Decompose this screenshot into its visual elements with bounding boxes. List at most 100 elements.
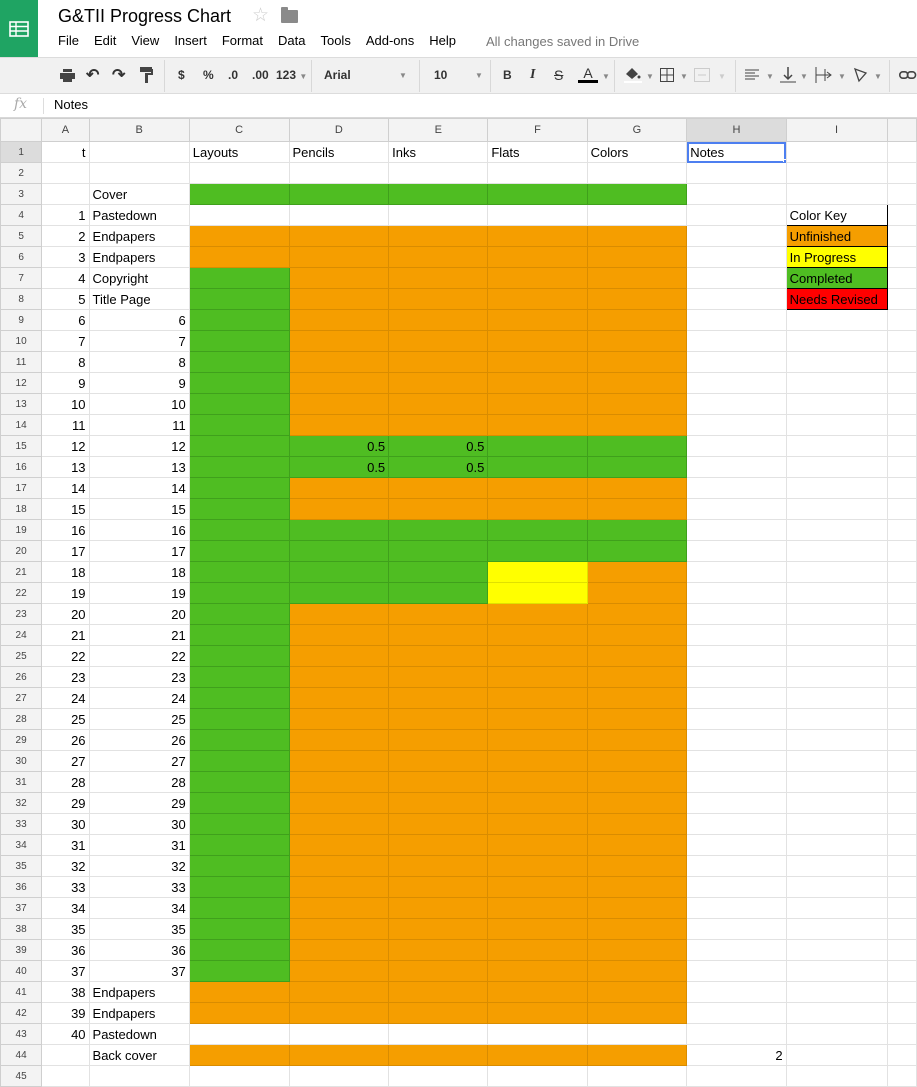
cell-c[interactable] (188, 645, 290, 667)
cell-c[interactable] (188, 162, 290, 184)
cell-h[interactable]: 2 (686, 1044, 787, 1066)
cell-f[interactable] (487, 729, 588, 751)
row-header[interactable]: 35 (0, 855, 43, 877)
cell-i[interactable] (785, 939, 888, 961)
cell-j[interactable] (886, 519, 917, 541)
cell-g[interactable]: Colors (586, 141, 688, 163)
cell-i[interactable] (785, 876, 888, 898)
cell-g[interactable] (586, 519, 688, 541)
cell-j[interactable] (886, 645, 917, 667)
cell-c[interactable] (188, 225, 290, 247)
cell-g[interactable] (586, 456, 688, 478)
cell-f[interactable] (487, 477, 588, 499)
cell-a[interactable]: 5 (41, 288, 90, 310)
color-key-item[interactable]: Completed (785, 267, 888, 289)
cell-f[interactable] (487, 981, 588, 1003)
cell-f[interactable] (487, 1044, 588, 1066)
cell-c[interactable] (188, 750, 290, 772)
cell-i[interactable] (785, 813, 888, 835)
cell-b[interactable]: Endpapers (88, 225, 190, 247)
row-header[interactable]: 31 (0, 771, 43, 793)
row-header[interactable]: 38 (0, 918, 43, 940)
cell-b[interactable]: 24 (88, 687, 190, 709)
cell-d[interactable] (288, 1065, 390, 1087)
cell-f[interactable] (487, 876, 588, 898)
cell-c[interactable] (188, 687, 290, 709)
cell-j[interactable] (886, 666, 917, 688)
cell-f[interactable] (487, 288, 588, 310)
cell-e[interactable] (388, 708, 489, 730)
formula-input[interactable]: Notes (54, 97, 88, 112)
cell-j[interactable] (886, 141, 917, 163)
cell-i[interactable] (785, 897, 888, 919)
cell-h[interactable] (686, 582, 787, 604)
cell-j[interactable] (886, 729, 917, 751)
row-header[interactable]: 33 (0, 813, 43, 835)
cell-d[interactable] (288, 750, 390, 772)
row-header[interactable]: 16 (0, 456, 43, 478)
cell-b[interactable]: 25 (88, 708, 190, 730)
cell-b[interactable]: 23 (88, 666, 190, 688)
cell-f[interactable] (487, 204, 588, 226)
col-header-e[interactable]: E (388, 118, 489, 142)
cell-d[interactable] (288, 960, 390, 982)
cell-a[interactable]: 39 (41, 1002, 90, 1024)
more-formats-button[interactable]: 123 ▼ (276, 68, 307, 82)
cell-a[interactable]: 21 (41, 624, 90, 646)
cell-c[interactable] (188, 1023, 290, 1045)
align-chevron-down-icon[interactable]: ▼ (766, 72, 774, 81)
row-header[interactable]: 12 (0, 372, 43, 394)
cell-a[interactable]: 22 (41, 645, 90, 667)
cell-j[interactable] (886, 813, 917, 835)
row-header[interactable]: 8 (0, 288, 43, 310)
cell-c[interactable] (188, 876, 290, 898)
menu-addons[interactable]: Add-ons (366, 33, 414, 48)
cell-j[interactable] (886, 582, 917, 604)
cell-i[interactable] (785, 414, 888, 436)
decrease-decimal-button[interactable]: .0 (228, 68, 238, 82)
cell-i[interactable] (785, 1002, 888, 1024)
cell-g[interactable] (586, 183, 688, 205)
cell-d[interactable] (288, 414, 390, 436)
cell-d[interactable] (288, 330, 390, 352)
cell-j[interactable] (886, 897, 917, 919)
cell-b[interactable]: 11 (88, 414, 190, 436)
cell-c[interactable] (188, 855, 290, 877)
cell-i[interactable] (785, 1044, 888, 1066)
row-header[interactable]: 41 (0, 981, 43, 1003)
cell-h[interactable] (686, 960, 787, 982)
cell-g[interactable] (586, 435, 688, 457)
cell-e[interactable] (388, 876, 489, 898)
cell-e[interactable] (388, 1044, 489, 1066)
cell-h[interactable] (686, 288, 787, 310)
fill-handle[interactable] (782, 159, 786, 162)
cell-h[interactable] (686, 309, 787, 331)
cell-c[interactable] (188, 708, 290, 730)
row-header[interactable]: 42 (0, 1002, 43, 1024)
cell-a[interactable]: 35 (41, 918, 90, 940)
cell-e[interactable] (388, 813, 489, 835)
cell-f[interactable] (487, 498, 588, 520)
col-header-c[interactable]: C (188, 118, 290, 142)
cell-h[interactable] (686, 519, 787, 541)
cell-f[interactable] (487, 939, 588, 961)
cell-c[interactable] (188, 246, 290, 268)
text-wrap-icon[interactable] (815, 67, 833, 83)
cell-b[interactable]: 6 (88, 309, 190, 331)
cell-f[interactable] (487, 897, 588, 919)
cell-c[interactable] (188, 456, 290, 478)
cell-g[interactable] (586, 687, 688, 709)
row-header[interactable]: 9 (0, 309, 43, 331)
cell-c[interactable] (188, 561, 290, 583)
cell-i[interactable] (785, 1065, 888, 1087)
cell-i[interactable] (785, 561, 888, 583)
italic-button[interactable]: I (530, 67, 535, 83)
cell-f[interactable] (487, 225, 588, 247)
cell-c[interactable] (188, 771, 290, 793)
col-header-j[interactable] (886, 118, 917, 142)
cell-f[interactable] (487, 351, 588, 373)
cell-d[interactable] (288, 183, 390, 205)
cell-b[interactable]: 27 (88, 750, 190, 772)
cell-b[interactable]: 18 (88, 561, 190, 583)
cell-j[interactable] (886, 309, 917, 331)
